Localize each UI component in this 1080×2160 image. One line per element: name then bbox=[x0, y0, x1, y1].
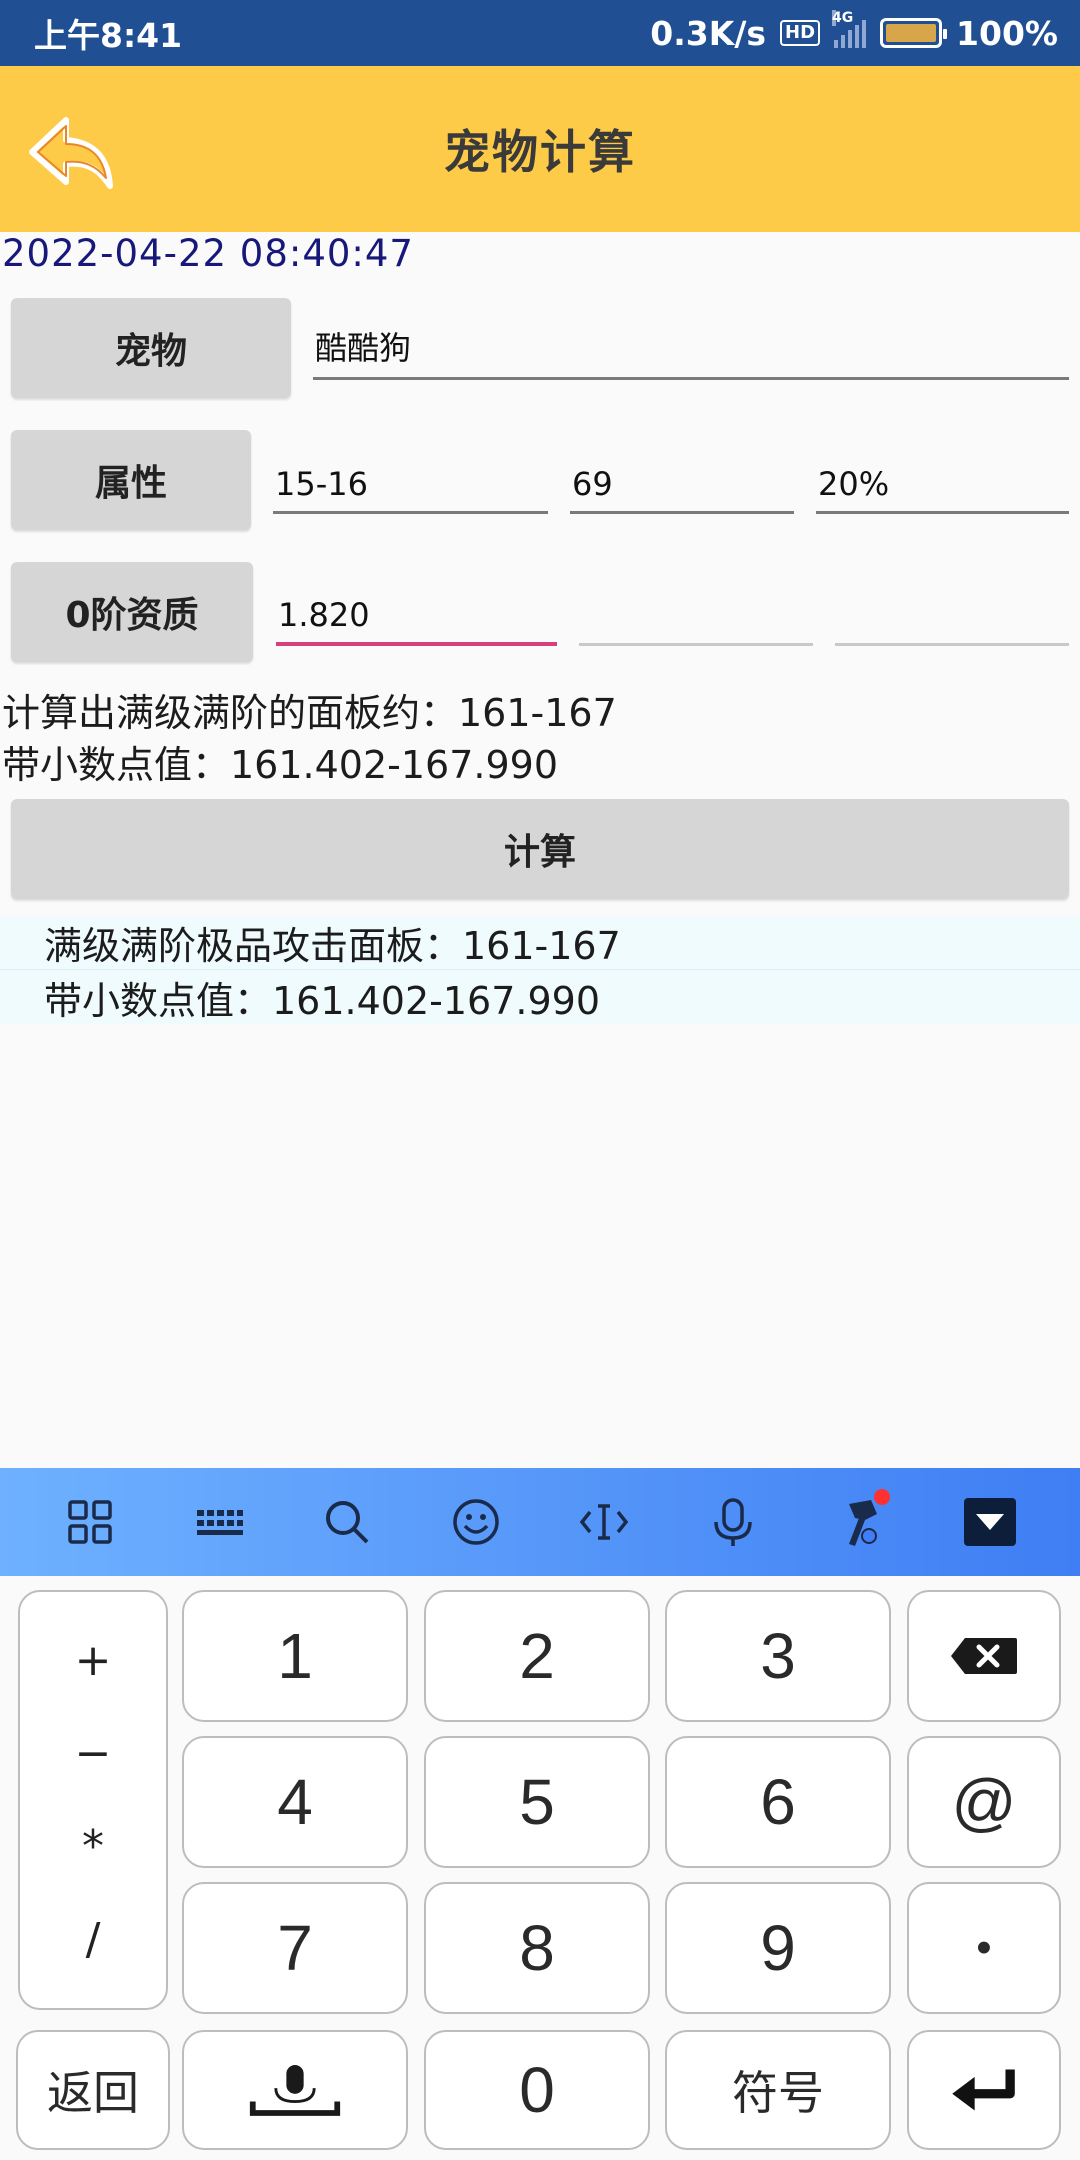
backspace-icon bbox=[951, 1638, 1017, 1674]
keyboard-icon[interactable] bbox=[188, 1491, 250, 1553]
quality-field-2[interactable] bbox=[579, 576, 813, 646]
quality-field-1[interactable]: 1.820 bbox=[276, 576, 557, 646]
search-icon[interactable] bbox=[316, 1491, 378, 1553]
keyboard-toolbar bbox=[0, 1468, 1080, 1576]
emoji-icon[interactable] bbox=[445, 1491, 507, 1553]
at-key[interactable]: @ bbox=[907, 1736, 1061, 1868]
voice-input-key[interactable] bbox=[182, 2030, 408, 2150]
key-0[interactable]: 0 bbox=[424, 2030, 650, 2150]
key-3[interactable]: 3 bbox=[665, 1590, 891, 1722]
dot-key[interactable]: • bbox=[907, 1882, 1061, 2014]
divide-key[interactable]: / bbox=[86, 1910, 101, 1970]
status-time: 上午8:41 bbox=[34, 16, 183, 55]
key-6[interactable]: 6 bbox=[665, 1736, 891, 1868]
key-2[interactable]: 2 bbox=[424, 1590, 650, 1722]
page-title: 宠物计算 bbox=[444, 125, 636, 179]
status-indicators: 0.3K/s HD 4G 100% bbox=[650, 10, 1058, 53]
symbols-key[interactable]: 符号 bbox=[665, 2030, 891, 2150]
minus-key[interactable]: − bbox=[75, 1724, 112, 1784]
list-item: 带小数点值：161.402-167.990 bbox=[0, 970, 1080, 1024]
key-8[interactable]: 8 bbox=[424, 1882, 650, 2014]
summary-line-1: 计算出满级满阶的面板约：161-167 bbox=[2, 691, 617, 735]
key-4[interactable]: 4 bbox=[182, 1736, 408, 1868]
numeric-keyboard: + − * / 1 2 3 4 5 6 @ 7 8 9 • 返回 0 符号 bbox=[0, 1576, 1080, 2160]
hammer-icon[interactable] bbox=[830, 1489, 892, 1553]
operators-key[interactable]: + − * / bbox=[18, 1590, 168, 2010]
hd-icon: HD bbox=[780, 20, 821, 46]
list-item: 满级满阶极品攻击面板：161-167 bbox=[0, 916, 1080, 970]
cursor-icon[interactable] bbox=[573, 1491, 635, 1553]
attribute-field-3[interactable]: 20% bbox=[816, 444, 1069, 514]
attribute-field-2[interactable]: 69 bbox=[570, 444, 794, 514]
attribute-field-1[interactable]: 15-16 bbox=[273, 444, 548, 514]
microphone-icon bbox=[249, 2065, 341, 2116]
calculate-button[interactable]: 计算 bbox=[11, 799, 1069, 899]
back-key[interactable]: 返回 bbox=[16, 2030, 170, 2150]
battery-level: 100% bbox=[956, 13, 1058, 53]
back-arrow-icon[interactable] bbox=[26, 106, 116, 196]
key-7[interactable]: 7 bbox=[182, 1882, 408, 2014]
summary-line-2: 带小数点值：161.402-167.990 bbox=[2, 743, 558, 787]
pet-name-field[interactable]: 酷酷狗 bbox=[313, 310, 1069, 380]
key-5[interactable]: 5 bbox=[424, 1736, 650, 1868]
enter-key[interactable] bbox=[907, 2030, 1061, 2150]
grid-icon[interactable] bbox=[59, 1491, 121, 1553]
pet-label-button[interactable]: 宠物 bbox=[11, 298, 291, 398]
microphone-icon[interactable] bbox=[702, 1491, 764, 1553]
battery-icon bbox=[880, 18, 948, 48]
key-9[interactable]: 9 bbox=[665, 1882, 891, 2014]
enter-icon bbox=[952, 2069, 1015, 2111]
backspace-key[interactable] bbox=[907, 1590, 1061, 1722]
network-type: 4G bbox=[832, 10, 854, 26]
hide-keyboard-icon[interactable] bbox=[959, 1491, 1021, 1553]
app-header: 宠物计算 bbox=[0, 66, 1080, 232]
datetime-text: 2022-04-22 08:40:47 bbox=[2, 232, 414, 275]
plus-key[interactable]: + bbox=[75, 1631, 112, 1691]
multiply-key[interactable]: * bbox=[82, 1817, 104, 1877]
key-1[interactable]: 1 bbox=[182, 1590, 408, 1722]
network-speed: 0.3K/s bbox=[650, 13, 767, 53]
signal-icon: 4G bbox=[832, 10, 867, 48]
quality-label-button[interactable]: 0阶资质 bbox=[11, 562, 253, 662]
status-bar: 上午8:41 0.3K/s HD 4G 100% bbox=[0, 0, 1080, 66]
quality-field-3[interactable] bbox=[835, 576, 1069, 646]
attribute-label-button[interactable]: 属性 bbox=[11, 430, 251, 530]
